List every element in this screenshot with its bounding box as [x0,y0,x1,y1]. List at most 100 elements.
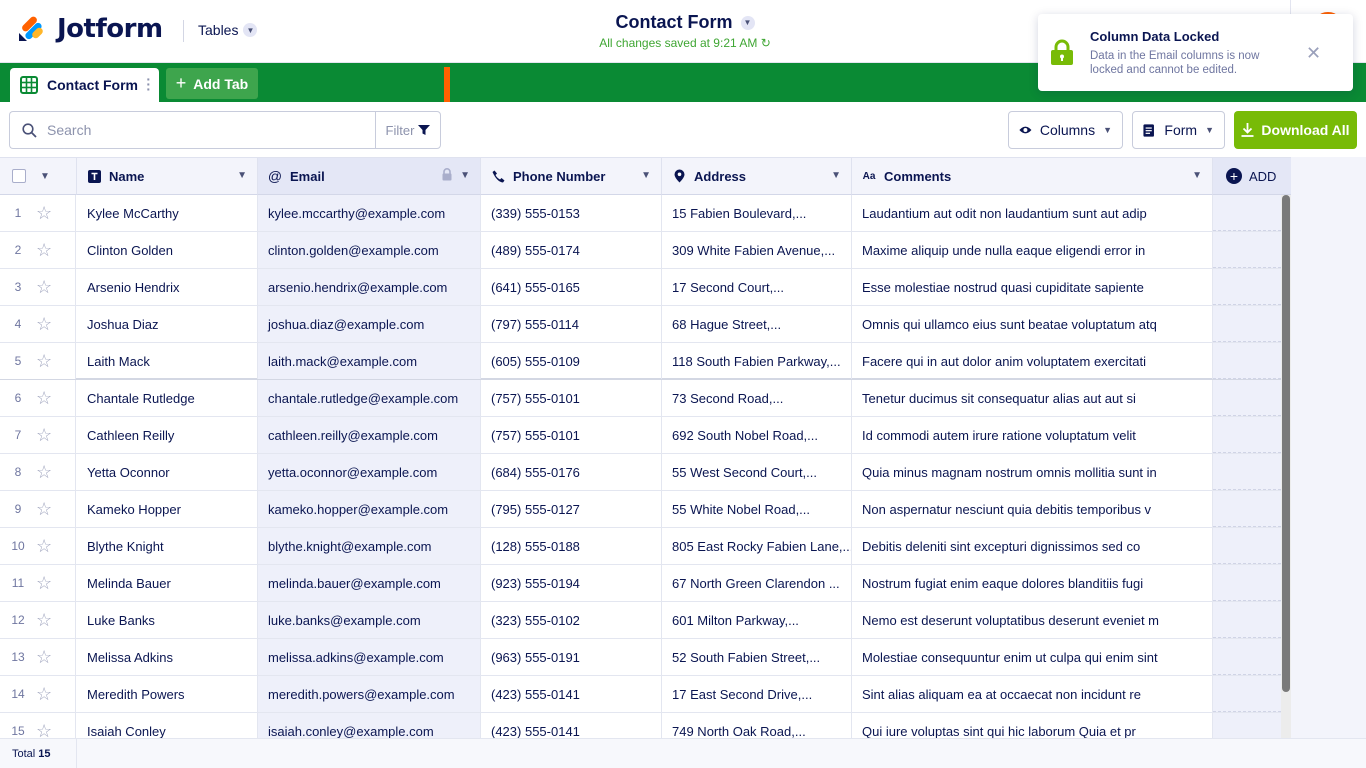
cell-name[interactable]: Laith Mack [77,343,258,379]
cell-address[interactable]: 692 South Nobel Road,... [662,417,852,453]
table-row[interactable]: 3 ☆ Arsenio Hendrix arsenio.hendrix@example… [0,269,1291,306]
cell-phone[interactable]: (963) 555-0191 [481,639,662,675]
star-icon[interactable]: ☆ [36,536,52,557]
star-icon[interactable]: ☆ [36,610,52,631]
cell-email[interactable]: isaiah.conley@example.com [258,713,481,738]
table-row[interactable]: 14 ☆ Meredith Powers meredith.powers@exampl… [0,676,1291,713]
cell-comments[interactable]: Omnis qui ullamco eius sunt beatae volup… [852,306,1213,342]
table-row[interactable]: 1 ☆ Kylee McCarthy kylee.mccarthy@example.c… [0,195,1291,232]
cell-name[interactable]: Kameko Hopper [77,491,258,527]
star-icon[interactable]: ☆ [36,721,52,739]
column-header-address[interactable]: Address ▼ [662,158,852,195]
select-all-checkbox[interactable] [12,169,26,183]
table-row[interactable]: 10 ☆ Blythe Knight blythe.knight@example.co… [0,528,1291,565]
cell-phone[interactable]: (423) 555-0141 [481,713,662,738]
star-icon[interactable]: ☆ [36,573,52,594]
cell-address[interactable]: 73 Second Road,... [662,380,852,416]
star-icon[interactable]: ☆ [36,203,52,224]
cell-address[interactable]: 55 White Nobel Road,... [662,491,852,527]
cell-email[interactable]: meredith.powers@example.com [258,676,481,712]
cell-comments[interactable]: Maxime aliquip unde nulla eaque eligendi… [852,232,1213,268]
cell-email[interactable]: melissa.adkins@example.com [258,639,481,675]
cell-name[interactable]: Yetta Oconnor [77,454,258,490]
cell-comments[interactable]: Qui iure voluptas sint qui hic laborum Q… [852,713,1213,738]
cell-comments[interactable]: Debitis deleniti sint excepturi dignissi… [852,528,1213,564]
cell-address[interactable]: 15 Fabien Boulevard,... [662,195,852,231]
cell-address[interactable]: 52 South Fabien Street,... [662,639,852,675]
cell-name[interactable]: Blythe Knight [77,528,258,564]
star-icon[interactable]: ☆ [36,240,52,261]
table-row[interactable]: 13 ☆ Melissa Adkins melissa.adkins@example.… [0,639,1291,676]
cell-name[interactable]: Isaiah Conley [77,713,258,738]
chevron-down-icon[interactable]: ▼ [40,171,50,182]
cell-name[interactable]: Kylee McCarthy [77,195,258,231]
cell-comments[interactable]: Quia minus magnam nostrum omnis mollitia… [852,454,1213,490]
cell-address[interactable]: 749 North Oak Road,... [662,713,852,738]
chevron-down-icon[interactable]: ▼ [1192,170,1202,181]
star-icon[interactable]: ☆ [36,388,52,409]
download-all-button[interactable]: Download All [1234,111,1357,149]
table-row[interactable]: 4 ☆ Joshua Diaz joshua.diaz@example.com (797… [0,306,1291,343]
cell-address[interactable]: 601 Milton Parkway,... [662,602,852,638]
cell-email[interactable]: clinton.golden@example.com [258,232,481,268]
cell-name[interactable]: Melissa Adkins [77,639,258,675]
cell-email[interactable]: arsenio.hendrix@example.com [258,269,481,305]
cell-phone[interactable]: (641) 555-0165 [481,269,662,305]
cell-email[interactable]: laith.mack@example.com [258,343,481,379]
star-icon[interactable]: ☆ [36,425,52,446]
cell-email[interactable]: yetta.oconnor@example.com [258,454,481,490]
tables-menu[interactable]: Tables ▼ [198,22,258,38]
cell-comments[interactable]: Non aspernatur nesciunt quia debitis tem… [852,491,1213,527]
add-tab-button[interactable]: + Add Tab [166,68,258,99]
table-row[interactable]: 7 ☆ Cathleen Reilly cathleen.reilly@example… [0,417,1291,454]
cell-email[interactable]: blythe.knight@example.com [258,528,481,564]
cell-comments[interactable]: Laudantium aut odit non laudantium sunt … [852,195,1213,231]
star-icon[interactable]: ☆ [36,684,52,705]
column-header-comments[interactable]: Aa Comments ▼ [852,158,1213,195]
table-title-menu[interactable]: Contact Form ▼ [560,12,810,33]
cell-name[interactable]: Clinton Golden [77,232,258,268]
cell-phone[interactable]: (423) 555-0141 [481,676,662,712]
cell-address[interactable]: 55 West Second Court,... [662,454,852,490]
vertical-scrollbar[interactable] [1282,195,1290,692]
add-column-button[interactable]: + ADD [1213,158,1291,195]
cell-address[interactable]: 118 South Fabien Parkway,... [662,343,852,379]
cell-email[interactable]: chantale.rutledge@example.com [258,380,481,416]
star-icon[interactable]: ☆ [36,277,52,298]
table-row[interactable]: 9 ☆ Kameko Hopper kameko.hopper@example.com… [0,491,1291,528]
table-row[interactable]: 11 ☆ Melinda Bauer melinda.bauer@example.co… [0,565,1291,602]
cell-comments[interactable]: Sint alias aliquam ea at occaecat non in… [852,676,1213,712]
cell-phone[interactable]: (923) 555-0194 [481,565,662,601]
chevron-down-icon[interactable]: ▼ [237,170,247,181]
chevron-down-icon[interactable]: ▼ [460,170,470,181]
cell-phone[interactable]: (797) 555-0114 [481,306,662,342]
column-header-name[interactable]: Name ▼ [77,158,258,195]
cell-name[interactable]: Luke Banks [77,602,258,638]
table-row[interactable]: 2 ☆ Clinton Golden clinton.golden@example.c… [0,232,1291,269]
cell-phone[interactable]: (489) 555-0174 [481,232,662,268]
cell-address[interactable]: 805 East Rocky Fabien Lane,... [662,528,852,564]
cell-comments[interactable]: Molestiae consequuntur enim ut culpa qui… [852,639,1213,675]
table-row[interactable]: 15 ☆ Isaiah Conley isaiah.conley@example.co… [0,713,1291,738]
jotform-logo[interactable]: Jotform [17,14,163,44]
cell-address[interactable]: 17 East Second Drive,... [662,676,852,712]
cell-email[interactable]: melinda.bauer@example.com [258,565,481,601]
column-header-email[interactable]: @ Email ▼ [258,158,481,195]
cell-email[interactable]: cathleen.reilly@example.com [258,417,481,453]
filter-button[interactable]: Filter [375,111,441,149]
cell-comments[interactable]: Nostrum fugiat enim eaque dolores blandi… [852,565,1213,601]
more-vertical-icon[interactable]: · · · [146,72,151,96]
cell-name[interactable]: Joshua Diaz [77,306,258,342]
cell-email[interactable]: kameko.hopper@example.com [258,491,481,527]
cell-comments[interactable]: Facere qui in aut dolor anim voluptatem … [852,343,1213,379]
cell-email[interactable]: joshua.diaz@example.com [258,306,481,342]
star-icon[interactable]: ☆ [36,499,52,520]
chevron-down-icon[interactable]: ▼ [831,170,841,181]
cell-name[interactable]: Chantale Rutledge [77,380,258,416]
cell-phone[interactable]: (757) 555-0101 [481,417,662,453]
cell-comments[interactable]: Nemo est deserunt voluptatibus deserunt … [852,602,1213,638]
cell-name[interactable]: Meredith Powers [77,676,258,712]
table-row[interactable]: 6 ☆ Chantale Rutledge chantale.rutledge@exa… [0,380,1291,417]
cell-address[interactable]: 68 Hague Street,... [662,306,852,342]
cell-phone[interactable]: (757) 555-0101 [481,380,662,416]
